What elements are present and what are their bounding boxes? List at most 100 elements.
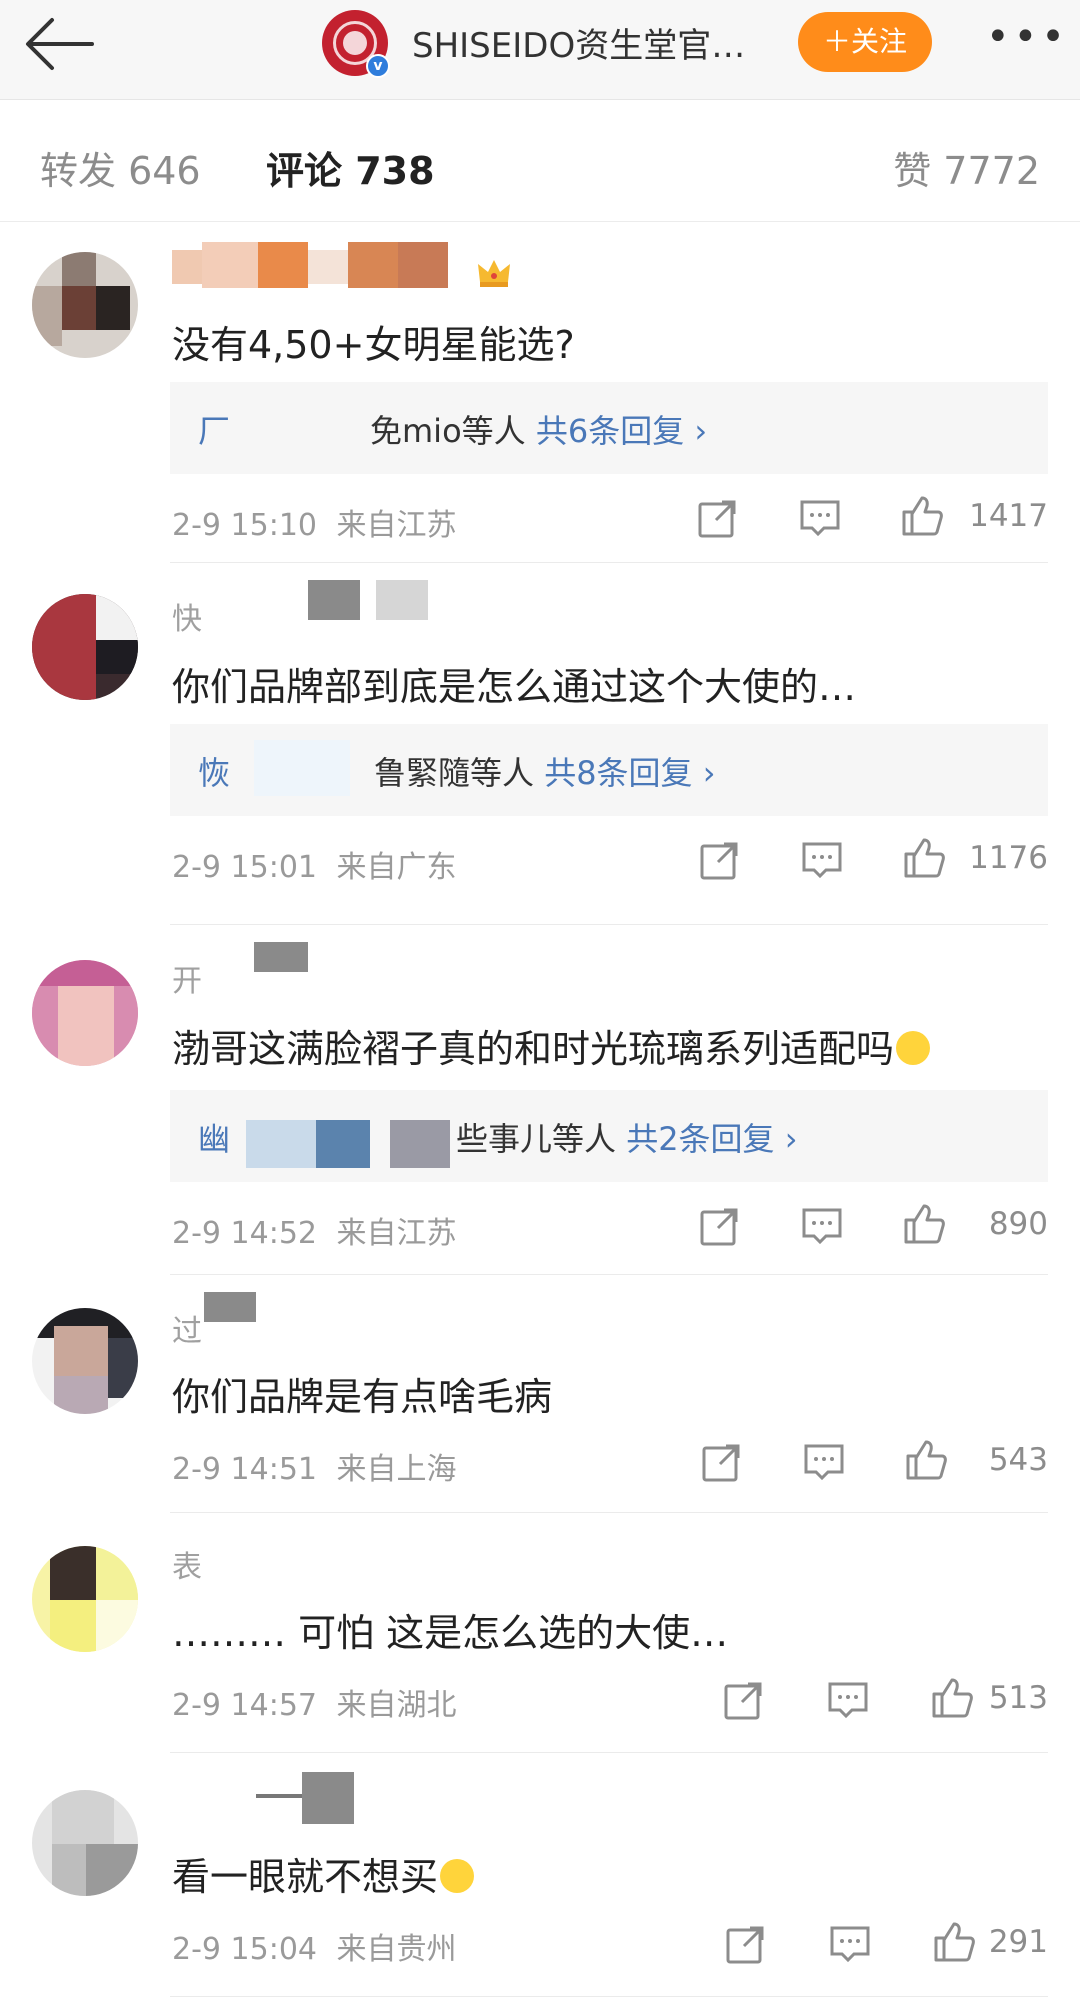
avatar[interactable] — [32, 594, 138, 700]
reply-user-link[interactable]: 恢 — [198, 748, 230, 794]
comment-location: 来自广东 — [336, 850, 457, 885]
follow-button[interactable]: ＋关注 — [798, 12, 932, 72]
divider — [170, 1512, 1048, 1513]
top-nav-bar: v SHISEIDO资生堂官… ＋关注 ••• — [0, 0, 1080, 100]
back-arrow-icon[interactable] — [22, 14, 98, 74]
tab-like[interactable]: 赞 7772 — [893, 140, 1040, 195]
like-thumb-icon[interactable] — [902, 1436, 950, 1484]
comment-icon[interactable] — [800, 1438, 848, 1486]
comment-item: 过 你们品牌是有点啥毛病 2-9 14:51 来自上海 543 — [0, 1276, 1080, 1508]
share-icon[interactable] — [694, 494, 742, 542]
comment-icon[interactable] — [796, 494, 844, 542]
share-icon[interactable] — [696, 1202, 744, 1250]
comment-location: 来自湖北 — [336, 1688, 457, 1723]
divider — [170, 562, 1048, 563]
comment-text: 没有4,50+女明星能选? — [172, 323, 575, 367]
comment-time: 2-9 15:10 — [172, 508, 317, 543]
like-thumb-icon[interactable] — [900, 834, 948, 882]
emoji-icon — [440, 1858, 475, 1893]
replies-box[interactable]: 厂 免mio等人 共6条回复 › — [170, 382, 1048, 474]
comment-location: 来自江苏 — [336, 508, 457, 543]
crown-badge-icon — [474, 252, 514, 300]
avatar[interactable] — [32, 1790, 138, 1896]
replies-users: 免mio等人 — [370, 412, 526, 450]
tab-comment[interactable]: 评论 738 — [266, 140, 435, 195]
replies-box[interactable]: 恢 鲁緊隨等人 共8条回复 › — [170, 724, 1048, 816]
comment-item: 开 渤哥这满脸褶子真的和时光琉璃系列适配吗 幽 些事儿等人 共2条回复 › 2-… — [0, 926, 1080, 1266]
avatar[interactable] — [32, 960, 138, 1066]
username-mosaic[interactable]: 表 — [172, 1528, 472, 1585]
comment-meta: 2-9 15:01 来自广东 — [172, 842, 457, 886]
comment-time: 2-9 14:52 — [172, 1216, 317, 1251]
like-thumb-icon[interactable] — [930, 1918, 978, 1966]
replies-count-link[interactable]: 共6条回复 › — [536, 412, 707, 450]
username-mosaic[interactable]: 开 — [172, 942, 472, 999]
share-icon[interactable] — [720, 1676, 768, 1724]
comment-time: 2-9 14:51 — [172, 1452, 317, 1487]
comment-location: 来自江苏 — [336, 1216, 457, 1251]
comment-icon[interactable] — [798, 836, 846, 884]
like-thumb-icon[interactable] — [928, 1674, 976, 1722]
comment-item: 表 ……… 可怕 这是怎么选的大使… 2-9 14:57 来自湖北 513 — [0, 1514, 1080, 1750]
comment-item: 没有4,50+女明星能选? 厂 免mio等人 共6条回复 › 2-9 15:10… — [0, 222, 1080, 562]
comment-item: 看一眼就不想买 2-9 15:04 来自贵州 291 — [0, 1754, 1080, 1994]
replies-count-link[interactable]: 共2条回复 › — [626, 1120, 797, 1158]
interaction-tabs: 转发 646 评论 738 赞 7772 — [0, 100, 1080, 222]
account-avatar[interactable]: v — [322, 10, 390, 78]
comment-text: 你们品牌是有点啥毛病 — [172, 1375, 553, 1419]
comment-text: ……… 可怕 这是怎么选的大使… — [172, 1611, 729, 1655]
share-icon[interactable] — [722, 1920, 770, 1968]
comment-time: 2-9 15:04 — [172, 1932, 317, 1967]
comment-item: 快 你们品牌部到底是怎么通过这个大使的… 恢 鲁緊隨等人 共8条回复 › 2-9… — [0, 564, 1080, 904]
avatar[interactable] — [32, 1546, 138, 1652]
comment-meta: 2-9 14:51 来自上海 — [172, 1444, 457, 1488]
replies-count-link[interactable]: 共8条回复 › — [544, 754, 715, 792]
like-count: 543 — [988, 1442, 1048, 1478]
comment-location: 来自贵州 — [336, 1932, 457, 1967]
username-mosaic[interactable]: 过 — [172, 1292, 472, 1349]
tab-repost[interactable]: 转发 646 — [40, 140, 201, 195]
comment-icon[interactable] — [824, 1676, 872, 1724]
comment-text: 看一眼就不想买 — [172, 1846, 475, 1901]
comment-meta: 2-9 15:04 来自贵州 — [172, 1924, 457, 1968]
like-count: 1176 — [969, 840, 1048, 876]
comment-time: 2-9 15:01 — [172, 850, 317, 885]
comment-icon[interactable] — [826, 1920, 874, 1968]
comment-location: 来自上海 — [336, 1452, 457, 1487]
reply-user-link[interactable]: 厂 — [198, 406, 230, 452]
comment-text-content: 看一眼就不想买 — [172, 1855, 439, 1899]
like-thumb-icon[interactable] — [898, 492, 946, 540]
replies-box[interactable]: 幽 些事儿等人 共2条回复 › — [170, 1090, 1048, 1182]
username-mosaic[interactable] — [172, 242, 462, 288]
share-icon[interactable] — [696, 836, 744, 884]
comment-text: 你们品牌部到底是怎么通过这个大使的… — [172, 665, 857, 709]
comment-icon[interactable] — [798, 1202, 846, 1250]
comment-meta: 2-9 14:57 来自湖北 — [172, 1680, 457, 1724]
share-icon[interactable] — [698, 1438, 746, 1486]
verified-badge-icon: v — [366, 54, 390, 78]
replies-users: 鲁緊隨等人 — [374, 754, 535, 792]
divider — [170, 1996, 1048, 1997]
like-count: 291 — [988, 1924, 1048, 1960]
more-options-icon[interactable]: ••• — [986, 17, 1065, 62]
divider — [170, 1752, 1048, 1753]
username-mosaic[interactable] — [172, 1772, 472, 1824]
username-mosaic[interactable]: 快 — [172, 580, 472, 637]
like-count: 513 — [988, 1680, 1048, 1716]
comment-meta: 2-9 14:52 来自江苏 — [172, 1208, 457, 1252]
divider — [170, 1274, 1048, 1275]
avatar[interactable] — [32, 1308, 138, 1414]
like-count: 890 — [988, 1206, 1048, 1242]
brand-logo-center — [343, 31, 367, 55]
comment-time: 2-9 14:57 — [172, 1688, 317, 1723]
avatar[interactable] — [32, 252, 138, 358]
like-count: 1417 — [969, 498, 1048, 534]
comment-meta: 2-9 15:10 来自江苏 — [172, 500, 457, 544]
reply-user-link[interactable]: 幽 — [198, 1114, 230, 1160]
like-thumb-icon[interactable] — [900, 1200, 948, 1248]
divider — [170, 924, 1048, 925]
account-name[interactable]: SHISEIDO资生堂官… — [412, 18, 745, 67]
comment-text: 渤哥这满脸褶子真的和时光琉璃系列适配吗 — [172, 1018, 931, 1073]
replies-users: 些事儿等人 — [456, 1120, 617, 1158]
comment-text-content: 渤哥这满脸褶子真的和时光琉璃系列适配吗 — [172, 1027, 895, 1071]
